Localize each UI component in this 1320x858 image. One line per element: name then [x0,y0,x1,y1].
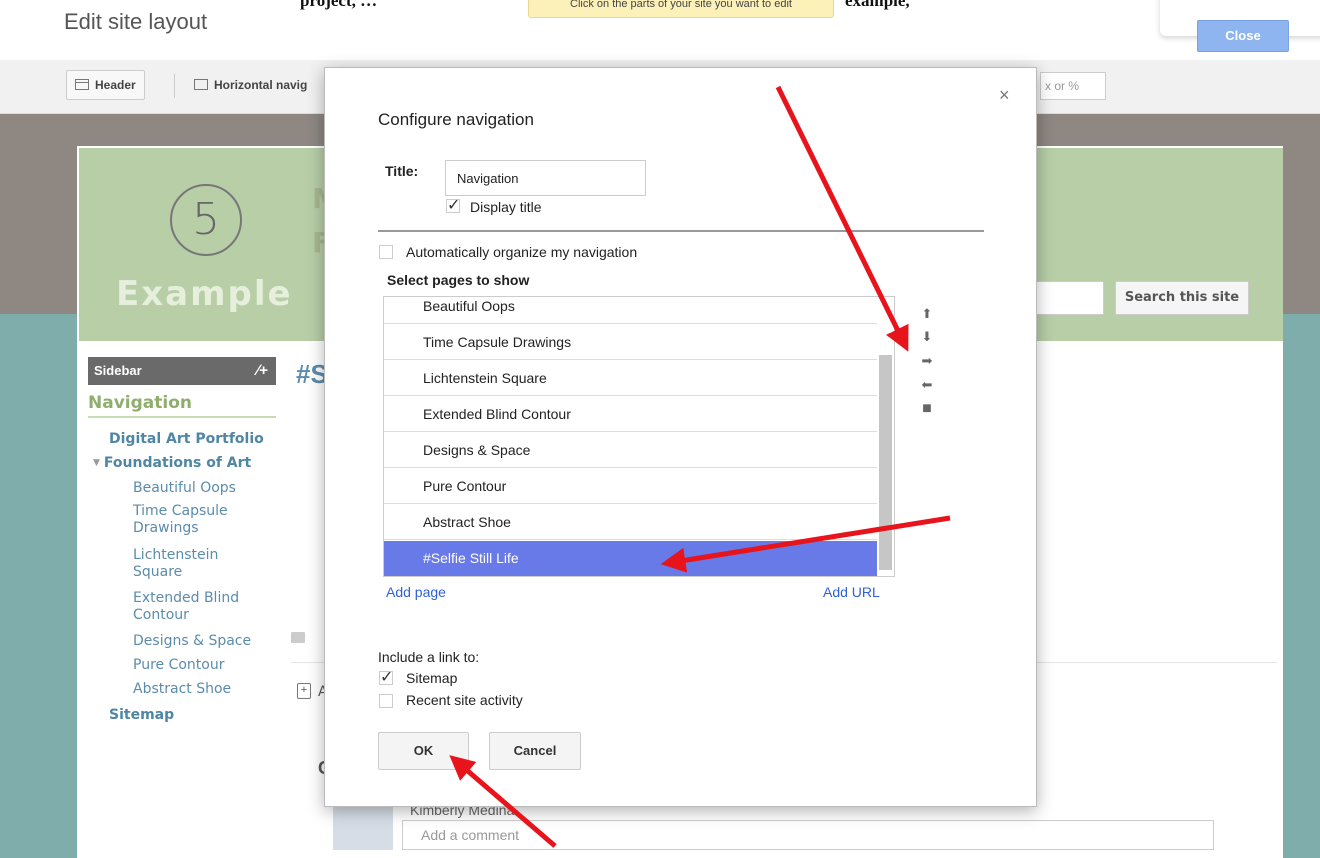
close-button[interactable]: Close [1197,20,1289,52]
dialog-divider [378,230,984,232]
sidebar-link-beautiful-oops[interactable]: Beautiful Oops [133,480,236,497]
site-search-input[interactable] [1030,281,1104,315]
sidebar-link-sitemap[interactable]: Sitemap [109,707,174,724]
sidebar-link-lichtenstein[interactable]: Lichtenstein [133,547,218,564]
add-url-link[interactable]: Add URL [823,584,880,600]
expand-triangle-icon[interactable]: ▼ [93,458,100,468]
top-bar: project, … example, Edit site layout Cli… [0,0,1320,60]
list-item-abstract-shoe[interactable]: Abstract Shoe [384,505,877,540]
recent-activity-checkbox[interactable] [379,694,393,708]
horizontal-nav-label: Horizontal navig [214,78,308,92]
indent-right-icon[interactable]: ➡ [918,353,936,369]
sidebar-link-digital-art-portfolio[interactable]: Digital Art Portfolio [109,431,264,448]
trash-icon[interactable]: ■ [918,400,936,418]
avatar [333,800,393,850]
move-down-icon[interactable]: ⬇ [918,329,936,345]
sidebar-link-extended-blind[interactable]: Extended Blind [133,590,239,607]
sidebar-link-lichtenstein-line2[interactable]: Square [133,564,182,581]
list-item-beautiful-oops[interactable]: Beautiful Oops [384,297,877,324]
move-up-icon[interactable]: ⬆ [918,306,936,322]
auto-organize-checkbox[interactable] [379,245,393,259]
horizontal-navigation-toggle[interactable]: Horizontal navig [194,70,324,100]
title-input[interactable]: Navigation [445,160,646,196]
close-icon[interactable]: × [999,85,1010,106]
site-name-text: Example [116,274,293,314]
header-layout-icon [75,79,89,90]
list-item-extended-blind-contour[interactable]: Extended Blind Contour [384,397,877,432]
sidebar-edit-bar[interactable]: Sidebar ∕+ [88,357,276,385]
title-field-label: Title: [385,163,419,179]
cut-off-instruction-text-right: example, [845,0,910,10]
list-item-designs-space[interactable]: Designs & Space [384,433,877,468]
page-title: Edit site layout [64,9,208,34]
sidebar-edit-add-icons[interactable]: ∕+ [257,357,268,385]
list-item-lichtenstein-square[interactable]: Lichtenstein Square [384,361,877,396]
list-scrollbar-thumb[interactable] [879,355,892,570]
outdent-left-icon[interactable]: ⬅ [918,377,936,393]
sitemap-label: Sitemap [406,670,458,686]
cancel-button[interactable]: Cancel [489,732,581,770]
recent-activity-label: Recent site activity [406,692,523,708]
add-comment-input[interactable]: Add a comment [402,820,1214,850]
select-pages-label: Select pages to show [387,272,530,288]
tip-banner: Click on the parts of your site you want… [528,0,834,18]
site-logo: 5 [170,184,242,256]
sidebar-bar-label: Sidebar [94,363,142,378]
pages-list: Beautiful Oops Time Capsule Drawings Lic… [383,296,895,577]
sidebar-link-designs-space[interactable]: Designs & Space [133,633,251,650]
add-file-icon[interactable]: + [297,683,311,699]
list-item-selfie-still-life-selected[interactable]: #Selfie Still Life [384,541,877,576]
folder-icon [291,632,305,643]
list-item-pure-contour[interactable]: Pure Contour [384,469,877,504]
sidebar-link-label: Foundations of Art [103,455,252,471]
cut-off-instruction-text: project, … [300,0,378,10]
sidebar-link-pure-contour[interactable]: Pure Contour [133,657,224,674]
list-item-time-capsule-drawings[interactable]: Time Capsule Drawings [384,325,877,360]
site-width-input[interactable]: x or % [1040,72,1106,100]
header-toggle-button[interactable]: Header [66,70,145,100]
dialog-title: Configure navigation [378,110,534,129]
display-title-label: Display title [470,199,542,215]
sidebar-navigation-title: Navigation [88,393,276,418]
sidebar-link-time-capsule[interactable]: Time Capsule [133,503,228,520]
sidebar-link-abstract-shoe[interactable]: Abstract Shoe [133,681,231,698]
sidebar-link-time-capsule-line2[interactable]: Drawings [133,520,199,537]
sitemap-checkbox[interactable] [379,667,393,687]
display-title-checkbox[interactable] [446,195,460,215]
toolbar-divider [174,74,175,98]
add-page-link[interactable]: Add page [386,584,446,600]
search-this-site-button[interactable]: Search this site [1115,281,1249,315]
include-link-label: Include a link to: [378,649,480,665]
sidebar-link-extended-blind-line2[interactable]: Contour [133,607,189,624]
ok-button[interactable]: OK [378,732,469,770]
sidebar-link-foundations-of-art[interactable]: ▼ Foundations of Art [93,455,251,472]
header-button-label: Header [95,78,136,92]
auto-organize-label: Automatically organize my navigation [406,244,638,260]
horizontal-nav-icon [194,79,208,90]
